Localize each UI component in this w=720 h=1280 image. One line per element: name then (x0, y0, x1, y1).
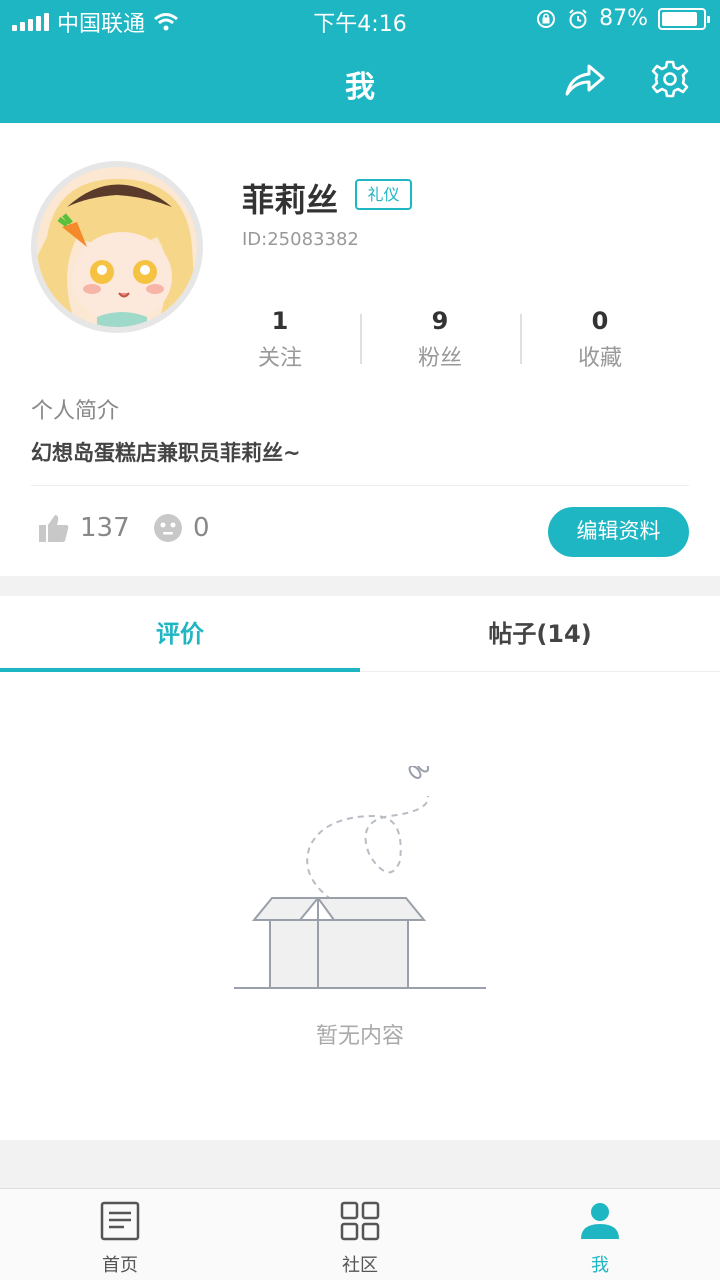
tab-posts[interactable]: 帖子(14) (360, 596, 720, 672)
dislikes-count: 0 (193, 513, 210, 543)
nav-label: 社区 (342, 1255, 378, 1276)
empty-state-text: 暂无内容 (315, 1024, 404, 1049)
content-panel: 评价 帖子(14) 暂无内容 (0, 596, 720, 1140)
stats-row: 1 关注 9 粉丝 0 收藏 (200, 306, 680, 376)
rotation-lock-icon (537, 9, 556, 28)
nav-home[interactable]: 首页 (0, 1189, 240, 1280)
stat-value: 0 (591, 307, 609, 335)
user-badge: 礼仪 (355, 179, 412, 210)
user-id: ID:25083382 (242, 229, 359, 250)
dislikes-counter: 0 (153, 513, 210, 543)
empty-box-illustration (234, 766, 486, 989)
divider (31, 485, 689, 486)
thumbs-up-icon (39, 515, 69, 542)
nav-community[interactable]: 社区 (240, 1189, 480, 1280)
tab-bar: 评价 帖子(14) (0, 596, 720, 672)
stat-label: 关注 (257, 346, 302, 371)
stat-label: 收藏 (577, 346, 622, 371)
battery-percent: 87% (599, 6, 648, 31)
app-header: 中国联通 下午4:16 87% 我 (0, 0, 720, 123)
stat-value: 1 (271, 307, 289, 335)
battery-icon (658, 7, 710, 30)
bottom-nav: 首页 社区 我 (0, 1188, 720, 1280)
active-tab-indicator (0, 668, 360, 672)
likes-count: 137 (80, 513, 130, 543)
grid-icon (340, 1201, 380, 1241)
stat-value: 9 (431, 307, 449, 335)
nav-me[interactable]: 我 (480, 1189, 720, 1280)
profile-card: 菲莉丝 礼仪 ID:25083382 1 关注 9 粉丝 0 收藏 个人简介 幻… (0, 123, 720, 576)
nav-label: 我 (591, 1255, 609, 1276)
likes-counter: 137 (38, 513, 130, 543)
bio-label: 个人简介 (31, 399, 120, 424)
news-icon (100, 1201, 140, 1241)
edit-profile-button[interactable]: 编辑资料 (548, 507, 689, 557)
avatar-image (37, 167, 197, 327)
tab-reviews[interactable]: 评价 (0, 596, 360, 672)
gear-icon[interactable] (650, 59, 690, 99)
stat-followers[interactable]: 9 粉丝 (360, 306, 520, 372)
stat-following[interactable]: 1 关注 (200, 306, 360, 372)
avatar[interactable] (31, 161, 203, 333)
user-name: 菲莉丝 (242, 181, 339, 219)
page-title: 我 (345, 70, 375, 105)
nav-label: 首页 (102, 1255, 138, 1276)
alarm-icon (569, 8, 587, 28)
share-icon[interactable] (563, 60, 607, 100)
stat-label: 粉丝 (417, 346, 462, 371)
bio-text: 幻想岛蛋糕店兼职员菲莉丝~ (31, 441, 301, 465)
stat-favorites[interactable]: 0 收藏 (520, 306, 680, 372)
neutral-face-icon (154, 514, 182, 542)
person-icon (581, 1203, 619, 1239)
status-bar: 中国联通 下午4:16 87% (0, 0, 720, 40)
